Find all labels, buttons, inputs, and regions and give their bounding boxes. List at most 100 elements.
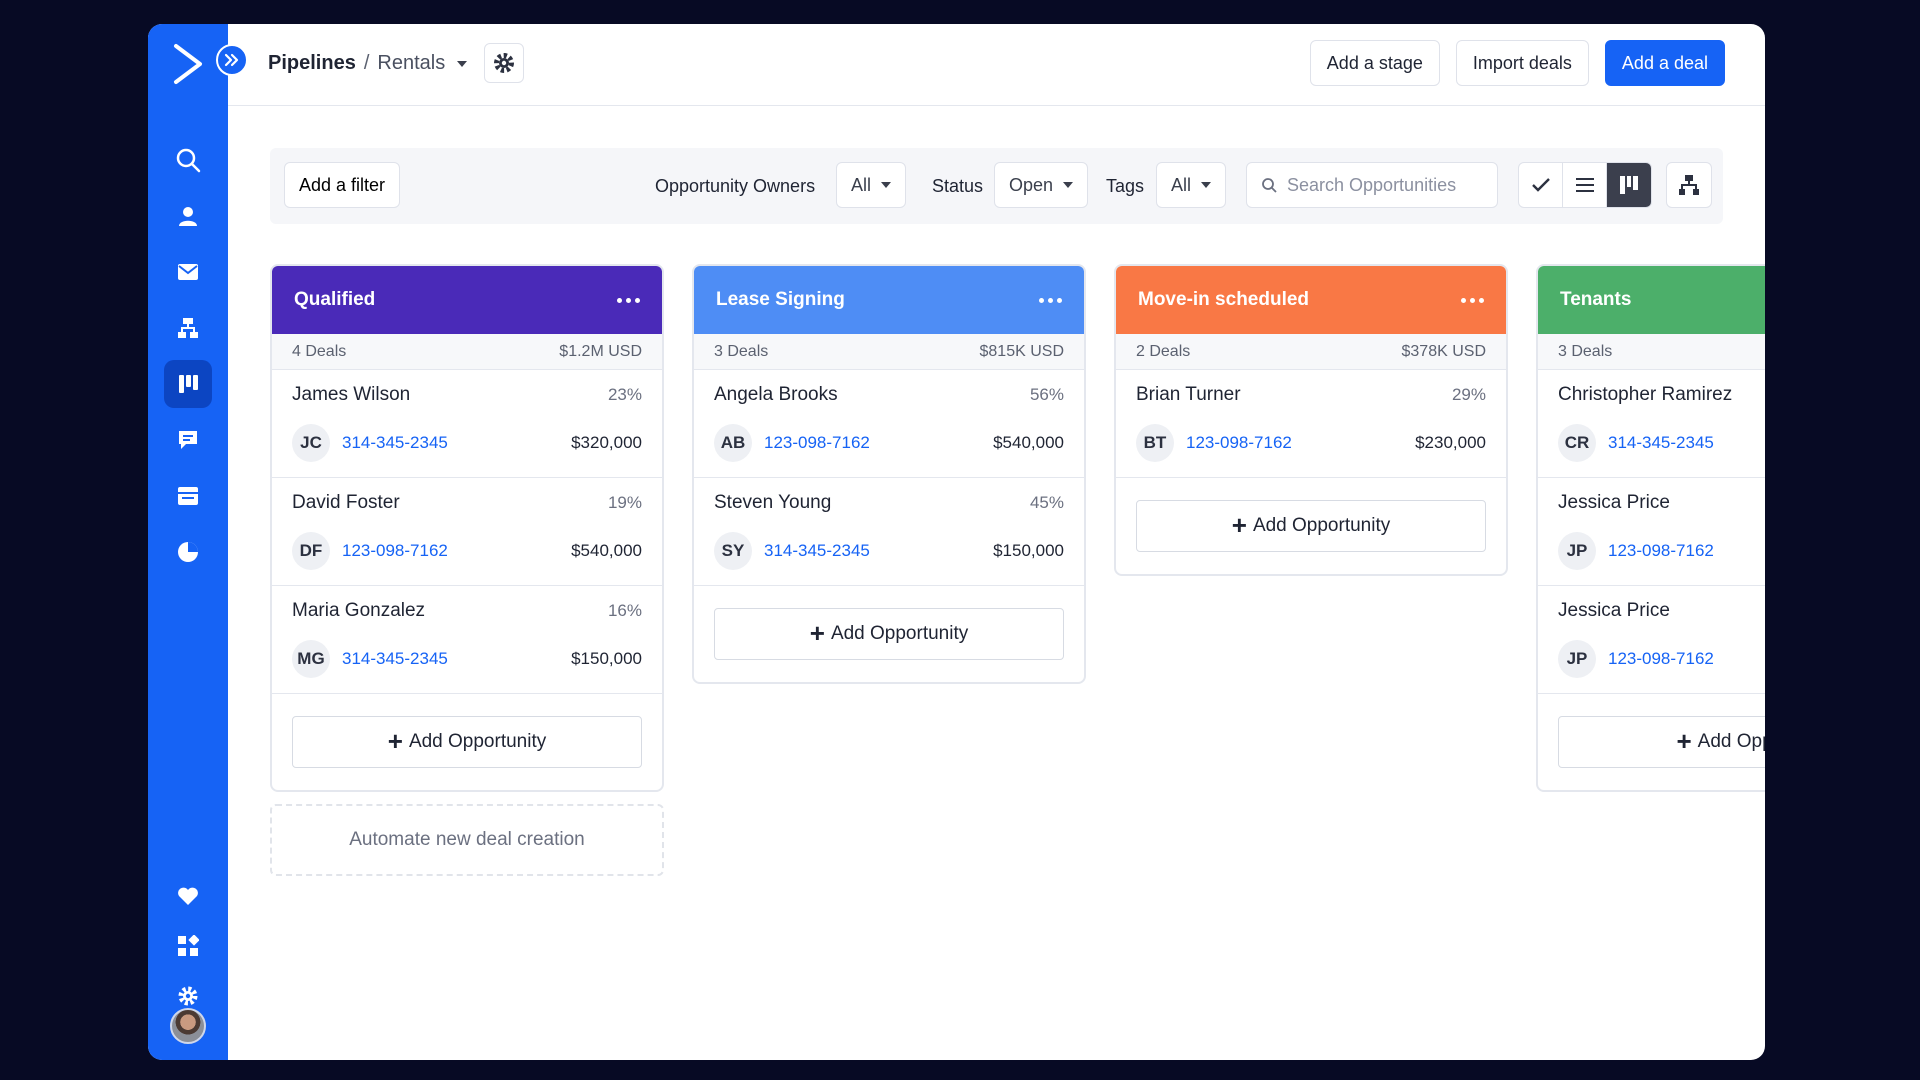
add-opportunity-area: + Add Opportunity [1116,478,1506,574]
view-toggle-group [1518,162,1652,208]
chevron-down-icon [881,182,892,188]
contact-phone-link[interactable]: 123-098-7162 [1186,433,1292,453]
filter-bar: Add a filter Opportunity Owners All Stat… [270,148,1723,224]
add-filter-button[interactable]: Add a filter [284,162,401,208]
status-label: Status [932,176,984,196]
sidebar-item-search[interactable] [164,136,212,184]
contact-phone-link[interactable]: 123-098-7162 [342,541,448,561]
more-options-icon[interactable] [617,297,640,303]
contact-phone-link[interactable]: 314-345-2345 [342,649,448,669]
add-opportunity-button[interactable]: + Add Opportunity [1136,500,1486,552]
stage-column-tenants: Tenants 3 Deals Christopher Ramirez CR 31… [1536,264,1765,792]
add-opportunity-button[interactable]: + Add Opportunity [714,608,1064,660]
contact-initials-avatar: JP [1558,640,1596,678]
hierarchy-view-button[interactable] [1666,162,1712,208]
chevron-down-icon[interactable] [457,60,468,67]
deal-card[interactable]: Jessica Price JP 123-098-7162 [1538,478,1765,586]
deal-card[interactable]: Jessica Price JP 123-098-7162 [1538,586,1765,694]
double-chevron-right-icon [224,53,239,67]
contact-phone-link[interactable]: 123-098-7162 [1608,649,1714,669]
deal-card[interactable]: Maria Gonzalez 16% MG 314-345-2345 $150,000 [272,586,662,694]
sidebar-item-conversations[interactable] [164,416,212,464]
sidebar-expand-button[interactable] [216,44,248,76]
contact-initials-avatar: JC [292,424,330,462]
stage-header[interactable]: Move-in scheduled [1116,266,1506,334]
deals-pipeline-icon [179,375,198,393]
owners-select[interactable]: All [836,162,907,208]
sidebar-item-contacts[interactable] [164,192,212,240]
sidebar-item-apps[interactable] [164,922,212,970]
sidebar-item-reports[interactable] [164,528,212,576]
add-opportunity-area: +Add Oppor [1538,694,1765,790]
contact-phone-link[interactable]: 123-098-7162 [764,433,870,453]
stage-header[interactable]: Lease Signing [694,266,1084,334]
deal-card[interactable]: James Wilson 23% JC 314-345-2345 $320,000 [272,370,662,478]
deal-probability: 29% [1451,385,1486,404]
search-opportunities-input[interactable] [1287,174,1487,196]
search-icon [1262,178,1277,193]
stage-summary: 2 Deals $378K USD [1116,334,1506,370]
deal-name: James Wilson [292,384,411,405]
pipeline-settings-button[interactable] [484,43,524,83]
stage-column-qualified: Qualified 4 Deals $1.2M USD James Wilson… [270,264,664,876]
more-options-icon[interactable] [1039,297,1062,303]
breadcrumb-pipelines[interactable]: Pipelines [268,52,356,75]
heart-icon [178,887,198,905]
user-avatar[interactable] [170,1008,206,1044]
view-board-button[interactable] [1607,163,1651,207]
contact-phone-link[interactable]: 123-098-7162 [1608,541,1714,561]
add-opportunity-area: + Add Opportunity [694,586,1084,682]
sidebar-item-deals[interactable] [164,360,212,408]
deal-card[interactable]: Angela Brooks 56% AB 123-098-7162 $540,000 [694,370,1084,478]
pipeline-selector[interactable]: Rentals [377,52,445,75]
deal-name: Jessica Price [1558,600,1670,621]
contact-phone-link[interactable]: 314-345-2345 [342,433,448,453]
plus-icon: + [1676,726,1692,756]
deal-card[interactable]: Steven Young 45% SY 314-345-2345 $150,000 [694,478,1084,586]
deal-card[interactable]: Christopher Ramirez CR 314-345-2345 [1538,370,1765,478]
owners-value: All [851,174,872,195]
stage-header[interactable]: Qualified [272,266,662,334]
view-tasks-button[interactable] [1519,163,1563,207]
add-deal-button[interactable]: Add a deal [1604,40,1725,86]
automate-deal-creation-button[interactable]: Automate new deal creation [270,804,664,876]
view-list-button[interactable] [1563,163,1607,207]
sidebar-item-automations[interactable] [164,304,212,352]
pipeline-board: Qualified 4 Deals $1.2M USD James Wilson… [270,264,1765,1024]
sidebar-item-email[interactable] [164,248,212,296]
status-select[interactable]: Open [994,162,1089,208]
contact-initials-avatar: AB [714,424,752,462]
deal-amount: $540,000 [993,433,1064,452]
top-bar: Pipelines / Rentals Add a stage Import d… [228,24,1765,106]
contacts-icon [179,207,197,226]
brand-logo-icon[interactable] [172,42,204,86]
stage-deal-count: 3 Deals [714,342,769,360]
import-deals-button[interactable]: Import deals [1455,40,1589,86]
tags-select[interactable]: All [1156,162,1227,208]
deal-amount: $320,000 [571,433,642,452]
deal-amount: $150,000 [993,541,1064,560]
deal-probability: 45% [1029,493,1064,512]
add-stage-button[interactable]: Add a stage [1309,40,1440,86]
deal-name: Christopher Ramirez [1558,384,1733,405]
add-opportunity-label: Add Opportunity [830,623,969,644]
more-options-icon[interactable] [1461,297,1484,303]
stage-title: Qualified [294,289,376,310]
checkmark-icon [1531,178,1550,192]
deal-card[interactable]: Brian Turner 29% BT 123-098-7162 $230,000 [1116,370,1506,478]
contact-initials-avatar: SY [714,532,752,570]
stage-header[interactable]: Tenants [1538,266,1765,334]
reports-icon [178,542,198,562]
stage-card: Qualified 4 Deals $1.2M USD James Wilson… [270,264,664,792]
top-actions: Add a stage Import deals Add a deal [1309,40,1725,86]
website-icon [178,487,198,505]
sidebar-item-website[interactable] [164,472,212,520]
contact-phone-link[interactable]: 314-345-2345 [1608,433,1714,453]
sidebar-item-favorites[interactable] [164,872,212,920]
hierarchy-icon [1679,175,1699,195]
add-opportunity-button[interactable]: +Add Oppor [1558,716,1765,768]
contact-phone-link[interactable]: 314-345-2345 [764,541,870,561]
deal-card[interactable]: David Foster 19% DF 123-098-7162 $540,000 [272,478,662,586]
add-opportunity-button[interactable]: + Add Opportunity [292,716,642,768]
stage-card: Tenants 3 Deals Christopher Ramirez CR 31… [1536,264,1765,792]
